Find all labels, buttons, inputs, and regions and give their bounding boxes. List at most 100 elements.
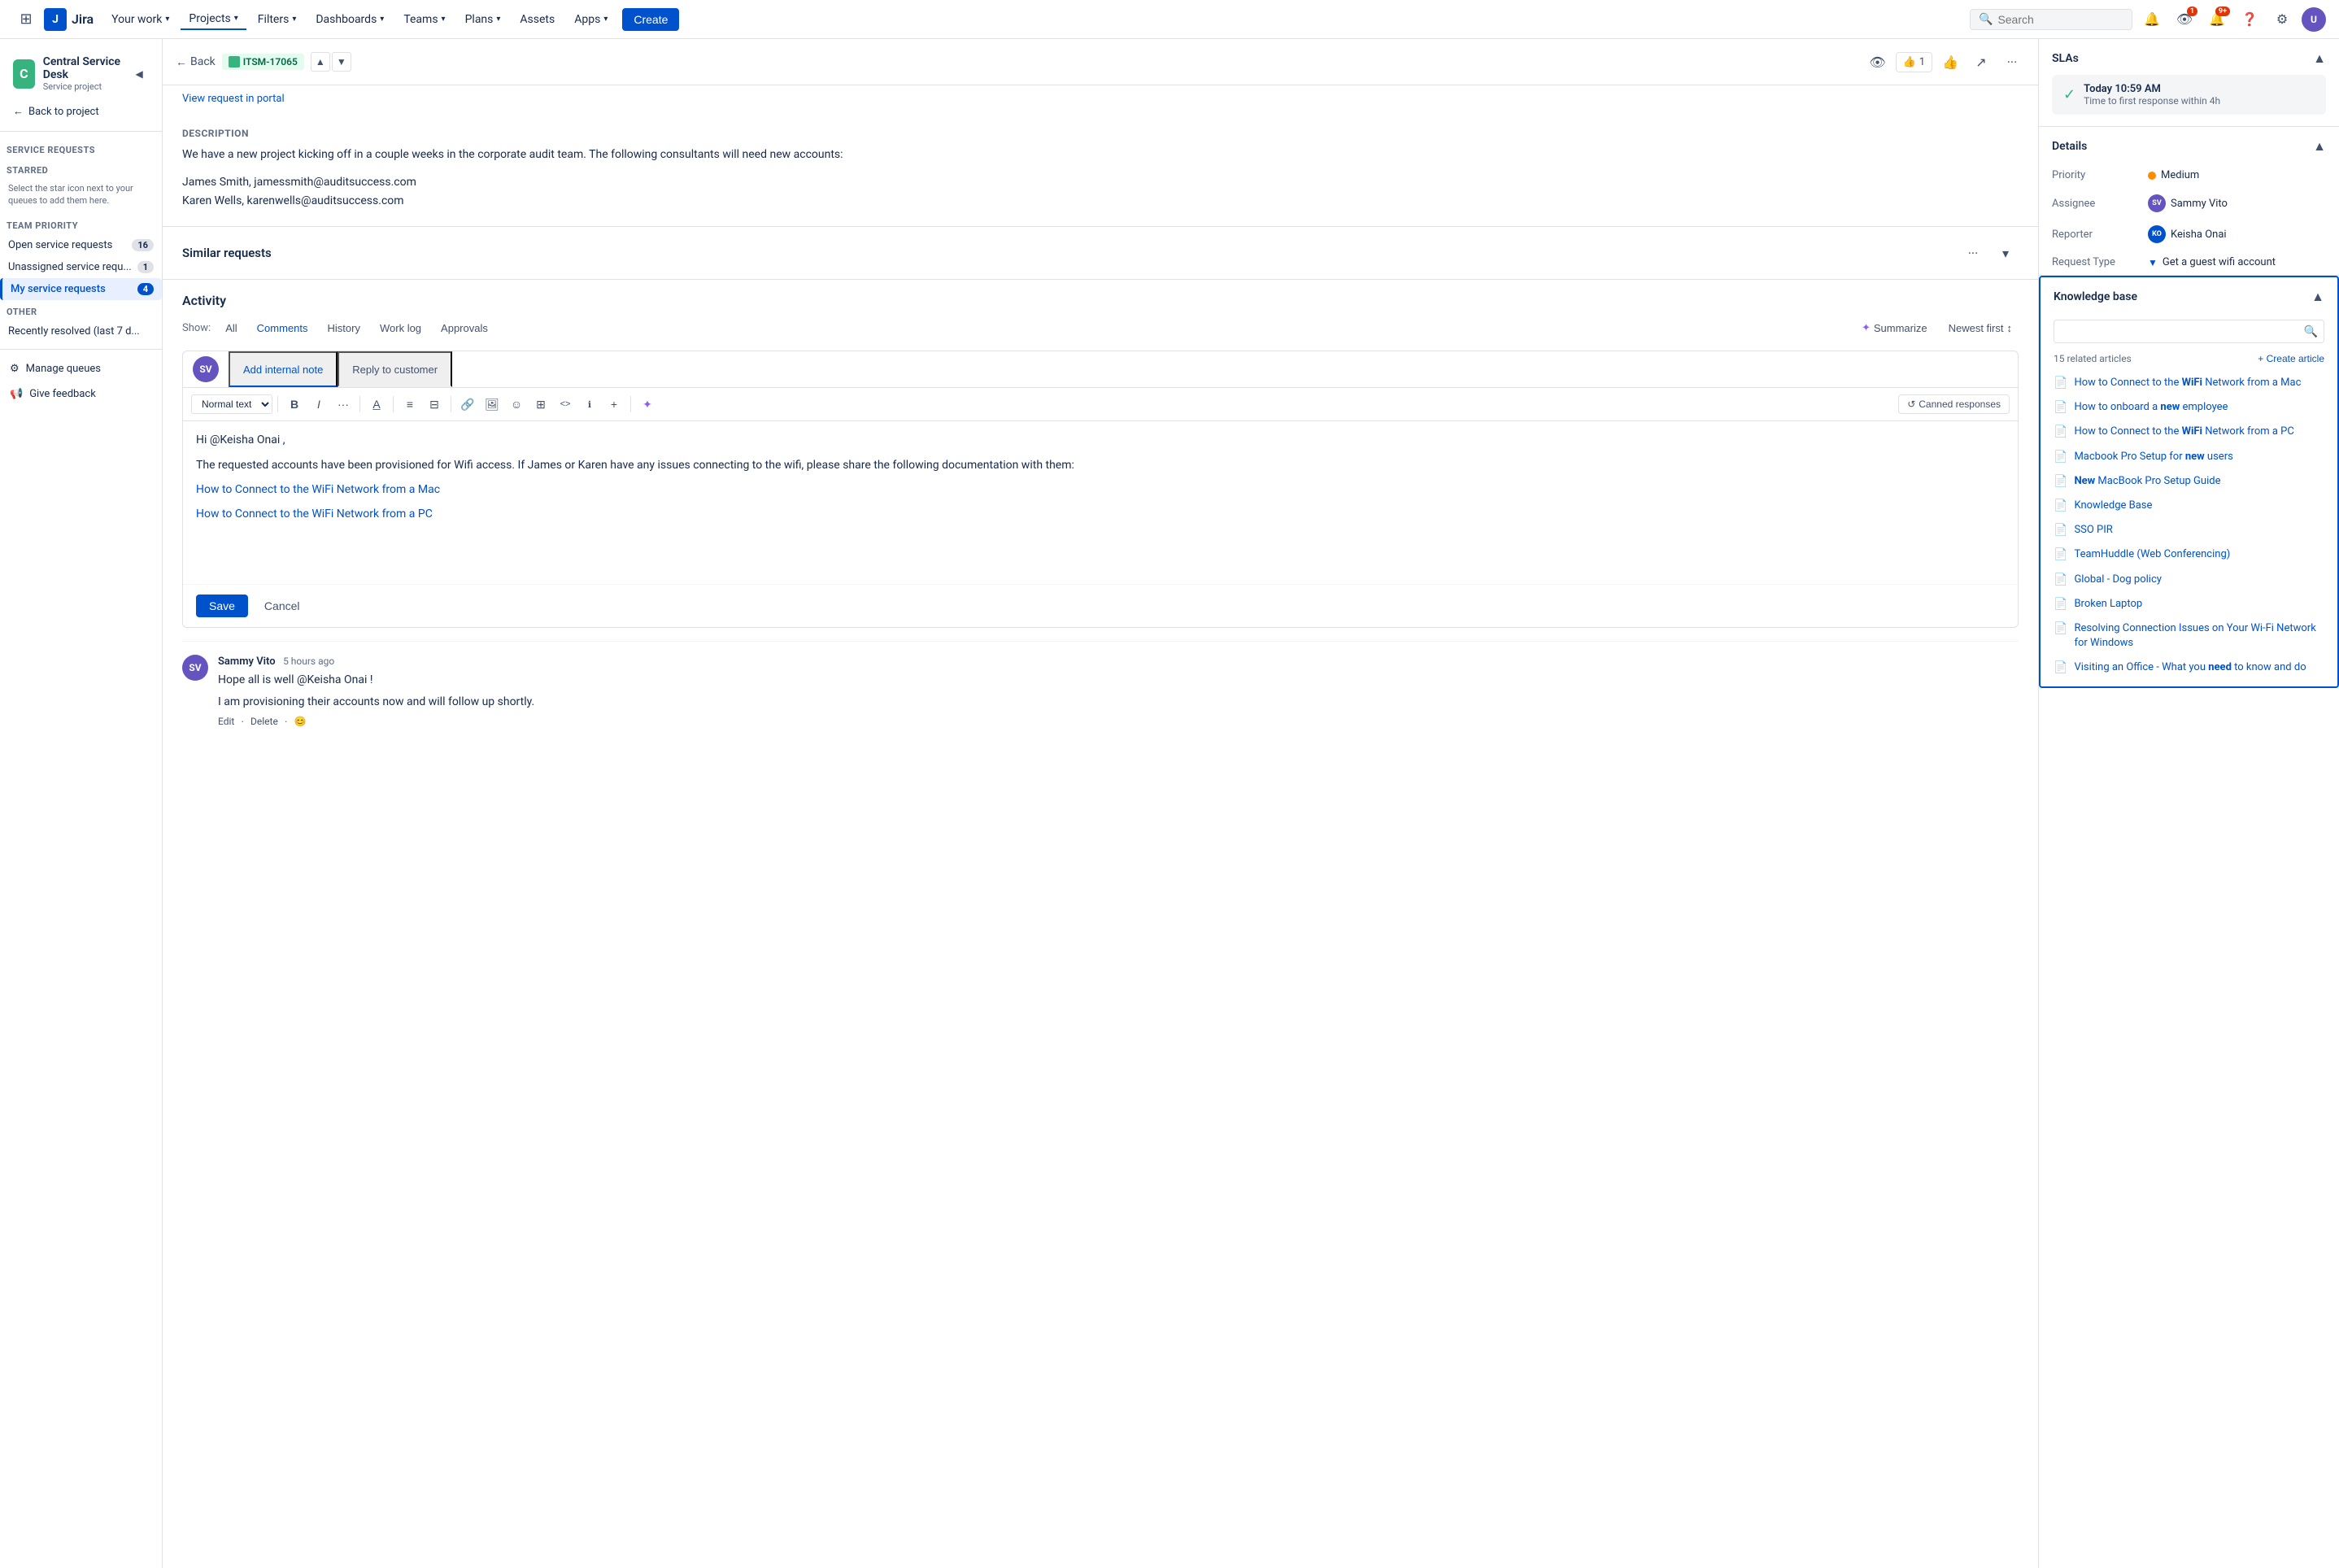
- details-collapse-icon[interactable]: ▲: [2313, 138, 2326, 155]
- internal-note-tab[interactable]: Add internal note: [229, 351, 338, 387]
- nav-dashboards[interactable]: Dashboards ▾: [307, 10, 392, 29]
- edit-comment-button[interactable]: Edit: [218, 716, 234, 729]
- code-button[interactable]: <>: [554, 393, 577, 416]
- cancel-button[interactable]: Cancel: [255, 595, 310, 617]
- bold-button[interactable]: B: [283, 393, 306, 416]
- search-input[interactable]: [1997, 13, 2123, 26]
- emoji-button[interactable]: ☺: [505, 393, 528, 416]
- save-button[interactable]: Save: [196, 595, 248, 617]
- reply-customer-tab[interactable]: Reply to customer: [338, 351, 452, 387]
- back-to-project-button[interactable]: ← Back to project: [0, 98, 162, 124]
- list-item[interactable]: 📄 SSO PIR: [2047, 518, 2331, 542]
- similar-expand-icon[interactable]: ▾: [1993, 240, 2019, 266]
- sidebar-item-my-requests[interactable]: My service requests 4: [0, 278, 162, 300]
- tab-worklog[interactable]: Work log: [372, 319, 429, 338]
- logo-area: ⊞ J Jira: [13, 7, 94, 33]
- ticket-id: ITSM-17065: [243, 56, 298, 68]
- italic-button[interactable]: I: [307, 393, 330, 416]
- slas-collapse-icon[interactable]: ▲: [2313, 50, 2326, 67]
- kb-search-input[interactable]: [2054, 320, 2324, 343]
- ai-magic-button[interactable]: ✦: [636, 393, 659, 416]
- give-feedback-button[interactable]: 📢 Give feedback: [0, 381, 162, 407]
- settings-icon[interactable]: ⚙: [2269, 7, 2295, 33]
- editor-content[interactable]: Hi @Keisha Onai , The requested accounts…: [196, 431, 2005, 530]
- nav-your-work[interactable]: Your work ▾: [103, 10, 177, 29]
- share-icon[interactable]: ↗: [1968, 49, 1994, 75]
- nav-teams[interactable]: Teams ▾: [395, 10, 453, 29]
- list-item[interactable]: 📄 Resolving Connection Issues on Your Wi…: [2047, 616, 2331, 656]
- nav-assets[interactable]: Assets: [512, 10, 563, 29]
- link-button[interactable]: 🔗: [456, 393, 479, 416]
- list-item[interactable]: 📄 Broken Laptop: [2047, 592, 2331, 616]
- newest-first-button[interactable]: Newest first ↕: [1942, 319, 2019, 338]
- create-button[interactable]: Create: [622, 8, 679, 31]
- similar-more-icon[interactable]: ···: [1960, 240, 1986, 266]
- reporter-value[interactable]: KO Keisha Onai: [2148, 225, 2227, 243]
- nav-plans[interactable]: Plans ▾: [457, 10, 509, 29]
- list-item[interactable]: 📄 New MacBook Pro Setup Guide: [2047, 469, 2331, 494]
- kb-collapse-icon[interactable]: ▲: [2311, 289, 2324, 305]
- sidebar-item-recently-resolved[interactable]: Recently resolved (last 7 d...: [0, 320, 162, 342]
- nav-filters[interactable]: Filters ▾: [250, 10, 305, 29]
- view-portal-link[interactable]: View request in portal: [182, 93, 285, 105]
- list-item[interactable]: 📄 Global - Dog policy: [2047, 568, 2331, 592]
- watch-icon[interactable]: 👁 1: [2171, 7, 2197, 33]
- editor-link-1[interactable]: How to Connect to the WiFi Network from …: [196, 483, 440, 496]
- back-button[interactable]: ← Back: [176, 55, 216, 69]
- sidebar-collapse-icon[interactable]: ◀: [129, 61, 149, 87]
- next-ticket-button[interactable]: ▼: [332, 52, 351, 72]
- tab-approvals[interactable]: Approvals: [433, 319, 496, 338]
- editor-link-2[interactable]: How to Connect to the WiFi Network from …: [196, 507, 433, 520]
- more-insert-button[interactable]: +: [603, 393, 625, 416]
- watch-ticket-icon[interactable]: 👁: [1865, 49, 1891, 75]
- sidebar-item-open-requests[interactable]: Open service requests 16: [0, 234, 162, 256]
- canned-responses-button[interactable]: ↺ Canned responses: [1898, 394, 2010, 414]
- tab-all[interactable]: All: [217, 319, 245, 338]
- details-section-header[interactable]: Details ▲: [2039, 127, 2339, 163]
- list-item[interactable]: 📄 How to Connect to the WiFi Network fro…: [2047, 420, 2331, 444]
- bullet-list-button[interactable]: ≡: [399, 393, 421, 416]
- manage-queues-button[interactable]: ⚙ Manage queues: [0, 356, 162, 381]
- sidebar-item-unassigned[interactable]: Unassigned service requ... 1: [0, 256, 162, 278]
- detail-priority-row: Priority Medium: [2039, 163, 2339, 188]
- slas-section-header[interactable]: SLAs ▲: [2039, 39, 2339, 75]
- vote-button[interactable]: 👍 1: [1896, 52, 1933, 72]
- nav-projects[interactable]: Projects ▾: [181, 9, 246, 30]
- notification-bell-icon[interactable]: 🔔: [2139, 7, 2165, 33]
- help-icon[interactable]: ❓: [2237, 7, 2263, 33]
- assignee-value[interactable]: SV Sammy Vito: [2148, 194, 2228, 212]
- text-color-button[interactable]: A: [365, 393, 388, 416]
- info-button[interactable]: ℹ: [578, 393, 601, 416]
- sort-icon: ↕: [2007, 322, 2013, 334]
- emoji-reaction-button[interactable]: 😊: [294, 716, 306, 729]
- list-item[interactable]: 📄 TeamHuddle (Web Conferencing): [2047, 542, 2331, 567]
- editor-body[interactable]: Hi @Keisha Onai , The requested accounts…: [183, 421, 2018, 584]
- request-type-value[interactable]: ▼ Get a guest wifi account: [2148, 256, 2276, 268]
- kb-search-area: 🔍: [2041, 313, 2337, 350]
- description-text: We have a new project kicking off in a c…: [182, 146, 2019, 210]
- list-item[interactable]: 📄 How to onboard a new employee: [2047, 395, 2331, 420]
- table-button[interactable]: ⊞: [529, 393, 552, 416]
- create-article-button[interactable]: + Create article: [2258, 353, 2324, 364]
- list-item[interactable]: 📄 Macbook Pro Setup for new users: [2047, 445, 2331, 469]
- list-item[interactable]: 📄 How to Connect to the WiFi Network fro…: [2047, 371, 2331, 395]
- more-options-icon[interactable]: ···: [1999, 49, 2025, 75]
- image-button[interactable]: 🖼: [481, 393, 503, 416]
- search-box[interactable]: 🔍: [1970, 9, 2132, 30]
- notifications-icon[interactable]: 🔔 9+: [2204, 7, 2230, 33]
- nav-apps[interactable]: Apps ▾: [566, 10, 616, 29]
- prev-ticket-button[interactable]: ▲: [311, 52, 330, 72]
- kb-section-header[interactable]: Knowledge base ▲: [2041, 277, 2337, 313]
- delete-comment-button[interactable]: Delete: [250, 716, 278, 729]
- list-item[interactable]: 📄 Knowledge Base: [2047, 494, 2331, 518]
- user-avatar[interactable]: U: [2302, 7, 2326, 32]
- text-style-select[interactable]: Normal text: [191, 394, 272, 414]
- apps-grid-icon[interactable]: ⊞: [13, 7, 39, 33]
- numbered-list-button[interactable]: ⊟: [423, 393, 446, 416]
- summarize-button[interactable]: ✦ Summarize: [1853, 318, 1936, 338]
- list-item[interactable]: 📄 Visiting an Office - What you need to …: [2047, 656, 2331, 680]
- tab-history[interactable]: History: [320, 319, 368, 338]
- thumbs-up-icon[interactable]: 👍: [1937, 49, 1963, 75]
- tab-comments[interactable]: Comments: [249, 319, 316, 338]
- more-format-button[interactable]: ···: [332, 393, 355, 416]
